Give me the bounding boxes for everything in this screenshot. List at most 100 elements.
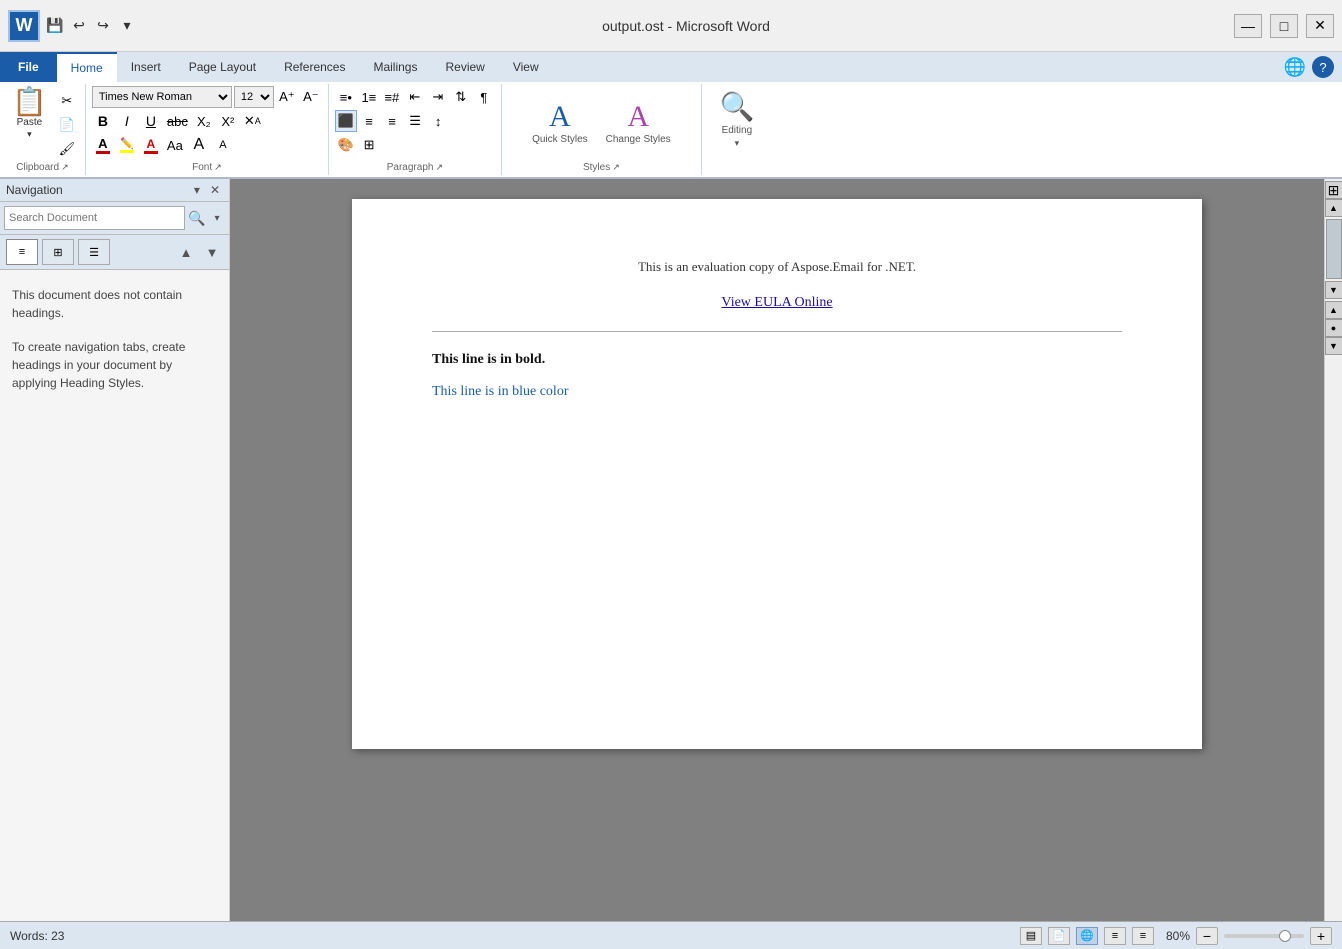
quick-styles-button[interactable]: A Quick Styles — [524, 100, 596, 147]
navigation-dropdown-button[interactable]: ▾ — [191, 183, 203, 197]
search-dropdown-button[interactable]: ▾ — [209, 206, 225, 230]
text-color-button[interactable]: A — [140, 134, 162, 156]
tab-references[interactable]: References — [270, 52, 359, 82]
help-area: 🌐 ? — [1284, 52, 1342, 82]
print-layout-view-button[interactable]: ▤ — [1020, 927, 1042, 945]
scroll-thumb[interactable] — [1326, 219, 1342, 279]
navigation-header: Navigation ▾ ✕ — [0, 179, 229, 202]
web-layout-view-button[interactable]: 🌐 — [1076, 927, 1098, 945]
search-document-button[interactable]: 🔍 — [185, 206, 209, 230]
subscript-button[interactable]: X₂ — [193, 110, 215, 132]
tab-view[interactable]: View — [499, 52, 553, 82]
sort-button[interactable]: ⇅ — [450, 86, 472, 108]
full-screen-view-button[interactable]: 📄 — [1048, 927, 1070, 945]
editing-label: Editing — [722, 125, 753, 136]
tab-insert[interactable]: Insert — [117, 52, 175, 82]
format-painter-button[interactable]: 🖌 — [55, 138, 79, 160]
numbering-button[interactable]: 1≡ — [358, 86, 380, 108]
change-styles-button[interactable]: A Change Styles — [598, 100, 679, 147]
zoom-slider-track[interactable] — [1224, 934, 1304, 938]
italic-button[interactable]: I — [116, 110, 138, 132]
draft-view-button[interactable]: ≡ — [1132, 927, 1154, 945]
zoom-slider-thumb[interactable] — [1279, 930, 1291, 942]
minimize-button[interactable]: — — [1234, 14, 1262, 38]
document-page[interactable]: This is an evaluation copy of Aspose.Ema… — [352, 199, 1202, 749]
paste-icon: 📋 — [12, 88, 47, 116]
cut-button[interactable]: ✂ — [55, 90, 79, 112]
nav-tab-results[interactable]: ☰ — [78, 239, 110, 265]
scroll-up-button[interactable]: ▲ — [1325, 199, 1342, 217]
save-button[interactable]: 💾 — [44, 15, 66, 37]
shrink-font-button[interactable]: A — [212, 134, 234, 156]
paragraph-expand-icon[interactable]: ↗ — [435, 162, 443, 173]
paragraph-row-3: 🎨 ⊞ — [335, 134, 380, 156]
document-area[interactable]: This is an evaluation copy of Aspose.Ema… — [230, 179, 1324, 921]
tab-file[interactable]: File — [0, 52, 57, 82]
blue-line: This line is in blue color — [432, 384, 1122, 400]
highlight-color-button[interactable]: ✏️ — [116, 134, 138, 156]
tab-review[interactable]: Review — [431, 52, 498, 82]
grow-font-button[interactable]: A — [188, 134, 210, 156]
tab-mailings[interactable]: Mailings — [359, 52, 431, 82]
superscript-button[interactable]: X² — [217, 110, 239, 132]
font-case-button[interactable]: Aa — [164, 134, 186, 156]
help-button[interactable]: ? — [1312, 56, 1334, 78]
font-color-button[interactable]: A — [92, 134, 114, 156]
multilevel-list-button[interactable]: ≡# — [381, 86, 403, 108]
underline-button[interactable]: U — [140, 110, 162, 132]
line-spacing-button[interactable]: ↕ — [427, 110, 449, 132]
redo-button[interactable]: ↪ — [92, 15, 114, 37]
nav-tab-pages[interactable]: ⊞ — [42, 239, 74, 265]
scroll-select-browse-button[interactable]: ● — [1325, 319, 1342, 337]
outline-view-button[interactable]: ≡ — [1104, 927, 1126, 945]
align-left-button[interactable]: ⬛ — [335, 110, 357, 132]
show-marks-button[interactable]: ¶ — [473, 86, 495, 108]
navigation-close-button[interactable]: ✕ — [207, 183, 223, 197]
zoom-in-button[interactable]: + — [1310, 927, 1332, 945]
editing-button[interactable]: 🔍 Editing ▾ — [711, 86, 762, 153]
borders-button[interactable]: ⊞ — [358, 134, 380, 156]
shading-button[interactable]: 🎨 — [335, 134, 357, 156]
view-eula-link[interactable]: View EULA Online — [721, 295, 832, 310]
scroll-down-page-button[interactable]: ▼ — [1325, 337, 1342, 355]
scroll-up-page-button[interactable]: ▲ — [1325, 301, 1342, 319]
increase-font-size-button[interactable]: A⁺ — [276, 86, 298, 108]
bullets-button[interactable]: ≡• — [335, 86, 357, 108]
search-document-input[interactable] — [4, 206, 185, 230]
undo-button[interactable]: ↩ — [68, 15, 90, 37]
nav-next-button[interactable]: ▼ — [201, 241, 223, 263]
strikethrough-button[interactable]: abc — [164, 110, 191, 132]
clipboard-expand-icon[interactable]: ↗ — [61, 162, 69, 173]
increase-indent-button[interactable]: ⇥ — [427, 86, 449, 108]
close-button[interactable]: ✕ — [1306, 14, 1334, 38]
copy-button[interactable]: 📄 — [55, 114, 79, 136]
bold-button[interactable]: B — [92, 110, 114, 132]
customize-quick-access-button[interactable]: ▾ — [116, 15, 138, 37]
nav-tab-headings[interactable]: ≡ — [6, 239, 38, 265]
word-count: Words: 23 — [10, 929, 64, 943]
decrease-indent-button[interactable]: ⇤ — [404, 86, 426, 108]
clear-formatting-button[interactable]: ✕A — [241, 110, 264, 132]
tab-home[interactable]: Home — [57, 52, 117, 82]
cloud-icon[interactable]: 🌐 — [1284, 57, 1306, 78]
tab-page-layout[interactable]: Page Layout — [175, 52, 270, 82]
styles-group-label-text: Styles — [583, 162, 610, 173]
font-name-select[interactable]: Times New Roman Arial Calibri — [92, 86, 232, 108]
maximize-button[interactable]: □ — [1270, 14, 1298, 38]
paste-button[interactable]: 📋 Paste ▾ — [6, 86, 53, 142]
scroll-top-tools-button[interactable]: ⊞ — [1325, 181, 1342, 199]
align-right-button[interactable]: ≡ — [381, 110, 403, 132]
justify-button[interactable]: ☰ — [404, 110, 426, 132]
align-center-button[interactable]: ≡ — [358, 110, 380, 132]
quick-styles-label: Quick Styles — [532, 134, 588, 145]
document-divider — [432, 331, 1122, 332]
word-icon: W — [8, 10, 40, 42]
font-expand-icon[interactable]: ↗ — [214, 162, 222, 173]
scroll-down-button[interactable]: ▼ — [1325, 281, 1342, 299]
ribbon-group-font: Times New Roman Arial Calibri 12 10 14 1… — [86, 84, 329, 175]
styles-expand-icon[interactable]: ↗ — [612, 162, 620, 173]
decrease-font-size-button[interactable]: A⁻ — [300, 86, 322, 108]
nav-prev-button[interactable]: ▲ — [175, 241, 197, 263]
font-size-select[interactable]: 12 10 14 16 — [234, 86, 274, 108]
zoom-out-button[interactable]: − — [1196, 927, 1218, 945]
